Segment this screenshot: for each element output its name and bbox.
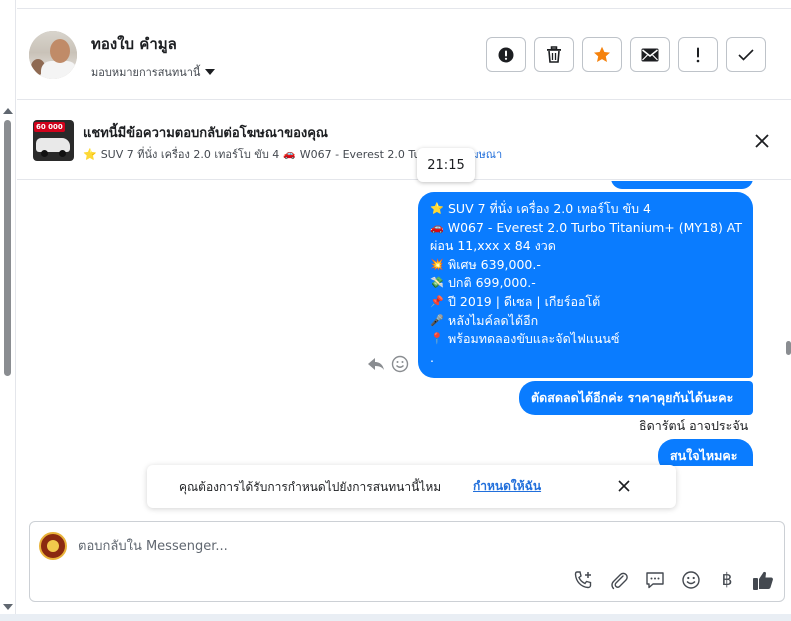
mark-unread-button[interactable] [630, 37, 670, 72]
message-line-text: หลังไมค์ลดได้อีก [448, 312, 539, 328]
message-line-text: ผ่อน 11,xxx x 84 งวด [430, 238, 556, 254]
assign-label: มอบหมายการสนทนานี้ [91, 66, 201, 79]
follow-up-button[interactable] [678, 37, 718, 72]
star-button[interactable] [582, 37, 622, 72]
check-icon [738, 48, 754, 61]
assign-suggestion-toast: คุณต้องการได้รับการกำหนดไปยังการสนทนานี้… [147, 465, 676, 508]
ad-banner-title: แชทนี้มีข้อความตอบกลับต่อโฆษณาของคุณ [83, 126, 328, 141]
thread-scrollbar[interactable] [785, 181, 791, 466]
message-line: . [430, 349, 741, 368]
truck-emoji-icon: 🚗 [283, 148, 296, 160]
emoji-icon: 📍 [430, 332, 444, 346]
message-line: 💥 พิเศษ 639,000.- [430, 256, 741, 275]
message-thread[interactable]: ⭐ SUV 7 ที่นั่ง เครื่อง 2.0 เทอร์โบ ขับ 4… [17, 181, 783, 466]
message-bubble-previous[interactable] [611, 181, 753, 189]
star-emoji-icon: ⭐ [83, 147, 97, 161]
left-scrollbar[interactable] [0, 0, 16, 621]
emoji-icon: 📌 [430, 294, 444, 308]
react-smiley-icon[interactable] [391, 355, 409, 373]
composer-tools: ฿ [572, 569, 774, 591]
ad-thumbnail[interactable]: 60 000 [33, 120, 74, 161]
emoji-icon: 💥 [430, 257, 444, 271]
star-icon [594, 46, 610, 62]
bottom-strip [0, 614, 791, 621]
reply-icon[interactable] [367, 356, 385, 372]
emoji-icon: 🎤 [430, 313, 444, 327]
emoji-icon: ⭐ [430, 202, 444, 215]
message-line-text: SUV 7 ที่นั่ง เครื่อง 2.0 เทอร์โบ ขับ 4 [448, 201, 651, 216]
contact-avatar[interactable] [29, 31, 77, 79]
exclamation-icon [696, 47, 700, 62]
call-add-icon[interactable] [572, 569, 594, 591]
message-line-text: ปี 2019 | ดีเซล | เกียร์ออโต้ [448, 293, 601, 309]
message-line-text: . [430, 349, 434, 365]
scroll-up-arrow-icon[interactable] [3, 108, 13, 114]
contact-name[interactable]: ทองใบ คำมูล [91, 32, 177, 56]
assign-to-me-link[interactable]: กำหนดให้ฉัน [473, 477, 541, 496]
toast-message: คุณต้องการได้รับการกำหนดไปยังการสนทนานี้… [179, 480, 442, 494]
message-line: 🎤 หลังไมค์ลดได้อีก [430, 312, 741, 331]
close-icon[interactable] [753, 132, 771, 150]
page-avatar [39, 532, 67, 560]
sender-name: ธิดารัตน์ อาจประจัน [639, 418, 749, 433]
message-line-text: ปกติ 699,000.- [448, 275, 536, 291]
assign-conversation-dropdown[interactable]: มอบหมายการสนทนานี้ [91, 63, 216, 81]
mark-done-button[interactable] [726, 37, 766, 72]
message-bubble-ask[interactable]: ตัดสดลดได้อีกค่ะ ราคาคุยกันได้นะคะ [519, 381, 753, 415]
thread-scrollbar-thumb[interactable] [786, 341, 791, 355]
ad-sub-text-1: SUV 7 ที่นั่ง เครื่อง 2.0 เทอร์โบ ขับ 4 [100, 148, 280, 161]
message-bubble-ad-details[interactable]: ⭐ SUV 7 ที่นั่ง เครื่อง 2.0 เทอร์โบ ขับ 4… [418, 192, 753, 378]
message-line: 🚗 W067 - Everest 2.0 Turbo Titanium+ (MY1… [430, 219, 743, 238]
message-line: ผ่อน 11,xxx x 84 งวด [430, 237, 741, 256]
smiley-icon[interactable] [680, 569, 702, 591]
spam-button[interactable] [486, 37, 526, 72]
emoji-icon: 🚗 [430, 220, 444, 234]
message-hover-actions [367, 355, 409, 373]
delete-button[interactable] [534, 37, 574, 72]
car-image [36, 138, 70, 152]
message-line-text: พิเศษ 639,000.- [448, 256, 541, 272]
baht-icon[interactable]: ฿ [716, 569, 738, 591]
message-line: 📍 พร้อมทดลองขับและจัดไฟแนนซ์ [430, 330, 741, 349]
ad-reply-banner: 60 000 แชทนี้มีข้อความตอบกลับต่อโฆษณาของ… [17, 100, 791, 180]
emoji-icon: 💸 [430, 276, 444, 290]
envelope-icon [641, 48, 659, 61]
message-line-text: พร้อมทดลองขับและจัดไฟแนนซ์ [448, 331, 620, 347]
alert-circle-icon [498, 47, 514, 62]
paperclip-icon[interactable] [608, 569, 630, 591]
scroll-down-arrow-icon[interactable] [3, 604, 13, 610]
header-actions [486, 37, 766, 72]
reply-composer: ฿ [29, 521, 785, 602]
conversation-header: ทองใบ คำมูล มอบหมายการสนทนานี้ [17, 8, 791, 100]
message-line-text: W067 - Everest 2.0 Turbo Titanium+ (MY18… [447, 219, 743, 235]
trash-icon [547, 46, 561, 63]
message-bubble-interest[interactable]: สนใจไหมคะ [658, 439, 753, 466]
chat-bubble-icon[interactable] [644, 569, 666, 591]
reply-input[interactable] [78, 536, 678, 556]
scrollbar-thumb[interactable] [4, 120, 11, 376]
ad-thumb-price: 60 000 [34, 122, 65, 132]
caret-down-icon [205, 69, 216, 75]
messenger-conversation-panel: ทองใบ คำมูล มอบหมายการสนทนานี้ 60 000 แช… [0, 0, 791, 621]
ad-sub-text-2: W067 - Everest 2.0 Tu [299, 147, 421, 161]
thumbs-up-icon[interactable] [752, 569, 774, 591]
message-line: 💸 ปกติ 699,000.- [430, 274, 741, 293]
timestamp-tooltip: 21:15 [417, 148, 475, 182]
message-line: ⭐ SUV 7 ที่นั่ง เครื่อง 2.0 เทอร์โบ ขับ 4 [430, 200, 741, 219]
close-icon[interactable] [617, 479, 631, 493]
message-line: 📌 ปี 2019 | ดีเซล | เกียร์ออโต้ [430, 293, 741, 312]
